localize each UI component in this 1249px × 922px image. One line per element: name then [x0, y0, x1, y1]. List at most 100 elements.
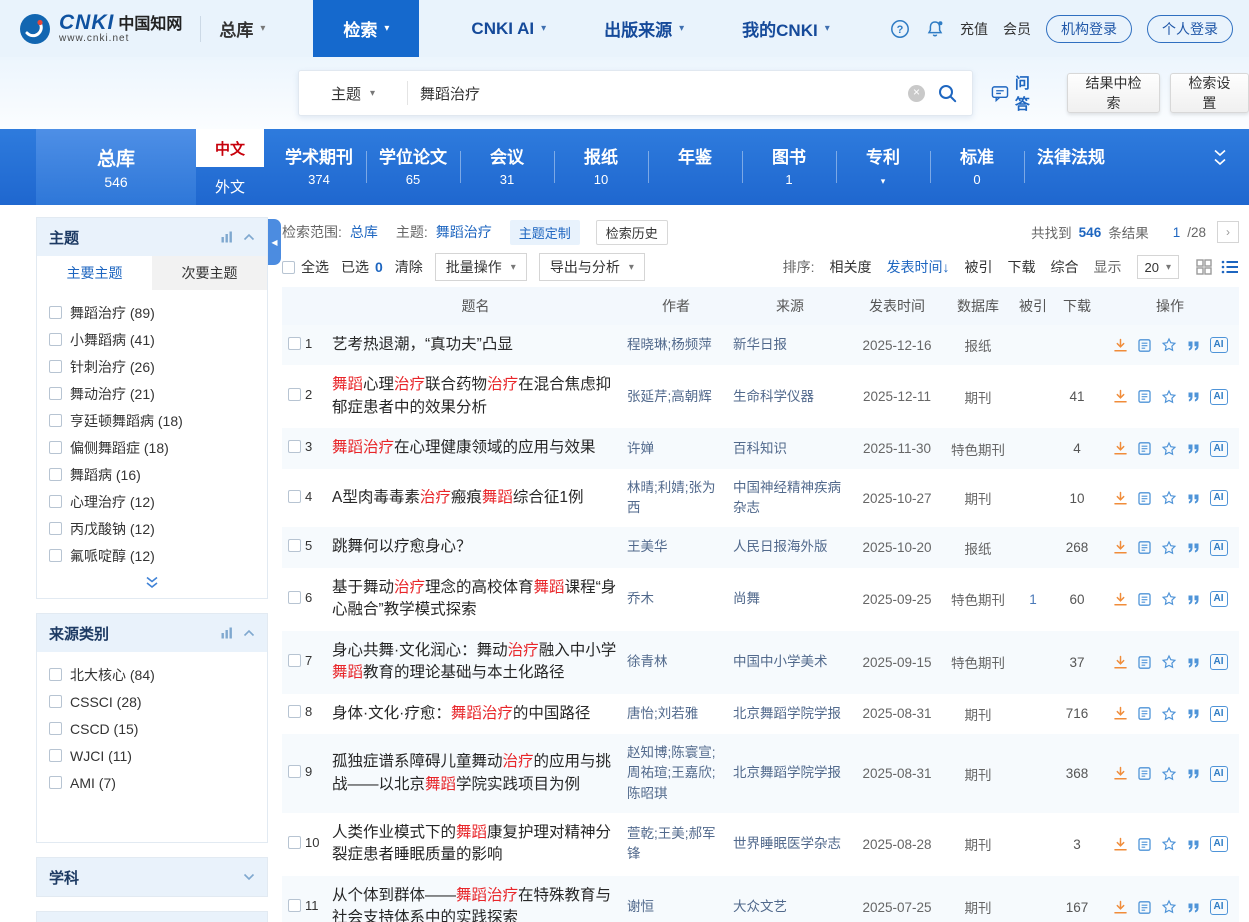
row-checkbox[interactable]: [288, 490, 301, 503]
topic-filter-item[interactable]: 心理治疗 (12): [49, 488, 255, 515]
result-title-link[interactable]: 舞蹈治疗在心理健康领域的应用与效果: [332, 439, 596, 456]
sort-bars-icon[interactable]: [221, 231, 234, 243]
download-icon[interactable]: [1113, 766, 1128, 781]
row-checkbox[interactable]: [288, 899, 301, 912]
select-all[interactable]: 全选: [282, 257, 329, 277]
result-source[interactable]: 大众文艺: [729, 876, 851, 922]
download-icon[interactable]: [1113, 338, 1128, 353]
topic-filter-item[interactable]: 舞蹈病 (16): [49, 461, 255, 488]
clear-search-icon[interactable]: ×: [908, 85, 925, 102]
source-section-header[interactable]: 来源类别: [37, 614, 267, 652]
ai-icon[interactable]: AI: [1210, 490, 1228, 506]
checkbox[interactable]: [49, 387, 62, 400]
result-source[interactable]: 人民日报海外版: [729, 527, 851, 567]
html-read-icon[interactable]: [1137, 441, 1152, 456]
result-authors[interactable]: 唐怡;刘若雅: [623, 694, 729, 734]
db-tab-会议[interactable]: 会议31: [460, 129, 554, 205]
tab-secondary-topic[interactable]: 次要主题: [152, 256, 267, 290]
ai-icon[interactable]: AI: [1210, 899, 1228, 915]
download-icon[interactable]: [1113, 655, 1128, 670]
result-cited-count[interactable]: [1013, 469, 1053, 528]
favorite-star-icon[interactable]: [1161, 836, 1177, 852]
download-icon[interactable]: [1113, 837, 1128, 852]
checkbox[interactable]: [49, 749, 62, 762]
topic-filter-item[interactable]: 小舞蹈病 (41): [49, 326, 255, 353]
search-field-dropdown[interactable]: 主题 ▾: [299, 83, 407, 104]
result-cited-count[interactable]: [1013, 694, 1053, 734]
result-cited-count[interactable]: [1013, 325, 1053, 365]
favorite-star-icon[interactable]: [1161, 441, 1177, 457]
result-cited-count[interactable]: [1013, 631, 1053, 694]
result-title-link[interactable]: 孤独症谱系障碍儿童舞动治疗的应用与挑战——以北京舞蹈学院实践项目为例: [332, 753, 611, 792]
result-authors[interactable]: 赵知博;陈寰宣;周祐瑄;王嘉欣;陈昭琪: [623, 734, 729, 813]
checkbox[interactable]: [49, 495, 62, 508]
checkbox[interactable]: [49, 441, 62, 454]
db-tab-图书[interactable]: 图书1: [742, 129, 836, 205]
cite-quote-icon[interactable]: [1186, 389, 1201, 404]
cite-quote-icon[interactable]: [1186, 900, 1201, 915]
result-title-link[interactable]: 身体·文化·疗愈：舞蹈治疗的中国路径: [332, 705, 590, 722]
result-authors[interactable]: 林晴;利婧;张为西: [623, 469, 729, 528]
result-authors[interactable]: 王美华: [623, 527, 729, 567]
result-download-count[interactable]: 3: [1053, 813, 1101, 876]
row-checkbox[interactable]: [288, 654, 301, 667]
result-download-count[interactable]: 4: [1053, 428, 1101, 468]
ai-icon[interactable]: AI: [1210, 540, 1228, 556]
row-checkbox[interactable]: [288, 765, 301, 778]
topic-filter-item[interactable]: 舞蹈治疗 (89): [49, 299, 255, 326]
result-title-link[interactable]: A型肉毒毒素治疗瘢痕舞蹈综合征1例: [332, 489, 584, 506]
db-tab-法律法规[interactable]: 法律法规: [1024, 129, 1118, 205]
result-cited-count[interactable]: [1013, 527, 1053, 567]
expand-more-icon[interactable]: [37, 573, 267, 598]
html-read-icon[interactable]: [1137, 592, 1152, 607]
lang-tab-chinese[interactable]: 中文: [196, 129, 264, 167]
result-authors[interactable]: 乔木: [623, 568, 729, 631]
topic-section-header[interactable]: 主题: [37, 218, 267, 256]
cite-quote-icon[interactable]: [1186, 766, 1201, 781]
result-download-count[interactable]: 167: [1053, 876, 1101, 922]
sort-cited[interactable]: 被引: [965, 257, 993, 277]
cite-quote-icon[interactable]: [1186, 540, 1201, 555]
ai-icon[interactable]: AI: [1210, 389, 1228, 405]
result-title-link[interactable]: 身心共舞·文化润心：舞动治疗融入中小学舞蹈教育的理论基础与本土化路径: [332, 642, 616, 681]
result-source[interactable]: 中国中小学美术: [729, 631, 851, 694]
html-read-icon[interactable]: [1137, 655, 1152, 670]
topic-filter-item[interactable]: 亨廷顿舞蹈病 (18): [49, 407, 255, 434]
batch-actions-dropdown[interactable]: 批量操作 ▾: [435, 253, 527, 281]
cite-quote-icon[interactable]: [1186, 592, 1201, 607]
sort-relevance[interactable]: 相关度: [830, 257, 872, 277]
search-button[interactable]: [937, 83, 958, 104]
result-authors[interactable]: 萱乾;王美;郝军锋: [623, 813, 729, 876]
chevron-down-icon[interactable]: [243, 873, 255, 881]
download-icon[interactable]: [1113, 592, 1128, 607]
checkbox[interactable]: [49, 360, 62, 373]
row-checkbox[interactable]: [288, 337, 301, 350]
library-dropdown[interactable]: 总库 ▾: [219, 16, 265, 41]
help-icon[interactable]: ?: [890, 19, 910, 39]
result-title-link[interactable]: 基于舞动治疗理念的高校体育舞蹈课程“身心融合”教学模式探索: [332, 579, 616, 618]
html-read-icon[interactable]: [1137, 706, 1152, 721]
db-tab-专利[interactable]: 专利 ▾: [836, 129, 930, 205]
result-authors[interactable]: 徐青林: [623, 631, 729, 694]
ai-icon[interactable]: AI: [1210, 706, 1228, 722]
html-read-icon[interactable]: [1137, 338, 1152, 353]
favorite-star-icon[interactable]: [1161, 540, 1177, 556]
row-checkbox[interactable]: [288, 836, 301, 849]
scope-value-link[interactable]: 总库: [350, 222, 378, 242]
ai-icon[interactable]: AI: [1210, 337, 1228, 353]
result-source[interactable]: 百科知识: [729, 428, 851, 468]
result-title-link[interactable]: 跳舞何以疗愈身心？: [332, 538, 472, 555]
db-tab-学位论文[interactable]: 学位论文65: [366, 129, 460, 205]
checkbox[interactable]: [49, 522, 62, 535]
result-title-link[interactable]: 艺考热退潮，“真功夫”凸显: [332, 336, 513, 353]
favorite-star-icon[interactable]: [1161, 766, 1177, 782]
member-link[interactable]: 会员: [1003, 19, 1031, 39]
ai-icon[interactable]: AI: [1210, 836, 1228, 852]
subject-section-header[interactable]: 学科: [37, 858, 267, 896]
result-authors[interactable]: 张延芹;高朝辉: [623, 365, 729, 428]
topic-custom-button[interactable]: 主题定制: [510, 220, 580, 245]
row-checkbox[interactable]: [288, 388, 301, 401]
result-authors[interactable]: 程晓琳;杨频萍: [623, 325, 729, 365]
sort-publish-time[interactable]: 发表时间↓: [887, 257, 950, 277]
checkbox[interactable]: [49, 414, 62, 427]
